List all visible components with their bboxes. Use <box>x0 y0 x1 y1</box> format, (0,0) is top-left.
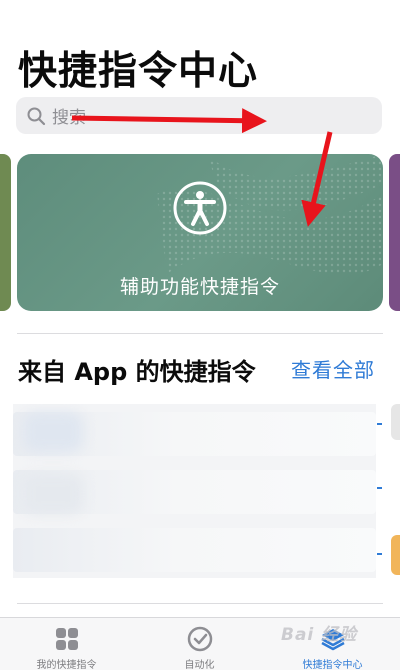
tab-my-shortcuts[interactable]: 我的快捷指令 <box>0 618 133 670</box>
section-title: 来自 App 的快捷指令 <box>18 358 256 386</box>
search-bar[interactable]: 搜索 <box>16 97 382 134</box>
see-all-link[interactable]: 查看全部 <box>291 354 375 383</box>
accessibility-shortcuts-card[interactable]: 辅助功能快捷指令 <box>17 154 383 311</box>
blurred-app-icon <box>23 474 83 514</box>
tab-automation[interactable]: 自动化 <box>133 618 266 670</box>
next-app-icon-edge[interactable] <box>391 535 400 575</box>
search-placeholder: 搜索 <box>52 108 86 128</box>
next-app-icon-edge[interactable] <box>391 404 400 440</box>
section-divider <box>17 333 383 334</box>
previous-card-edge[interactable] <box>0 154 11 311</box>
search-icon <box>27 107 46 125</box>
list-item[interactable] <box>13 528 376 572</box>
list-edge-marker <box>377 423 382 425</box>
accessibility-icon <box>173 181 227 235</box>
list-edge-marker <box>377 487 382 489</box>
checkmark-circle-icon <box>187 626 212 652</box>
tab-label: 我的快捷指令 <box>36 660 97 670</box>
grid-icon <box>55 628 78 650</box>
blurred-app-icon <box>23 412 83 452</box>
tab-label: 自动化 <box>184 660 215 670</box>
page-title: 快捷指令中心 <box>18 49 259 94</box>
next-card-edge[interactable] <box>389 154 400 311</box>
tab-label: 快捷指令中心 <box>302 660 363 670</box>
watermark-logo: Bai 经验 <box>281 625 358 645</box>
list-edge-marker <box>377 553 382 555</box>
bottom-divider <box>17 603 383 604</box>
app-shortcuts-list[interactable] <box>13 404 376 578</box>
card-title: 辅助功能快捷指令 <box>119 276 280 298</box>
